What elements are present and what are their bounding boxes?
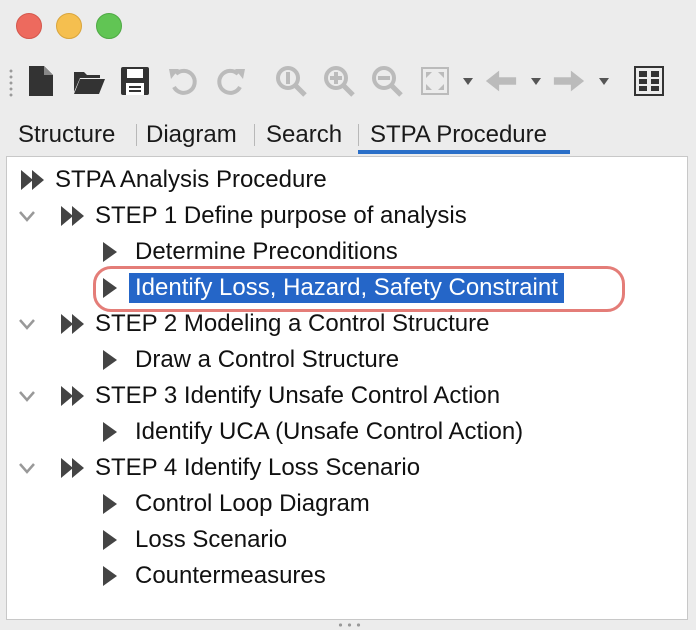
arrow-right-icon <box>103 242 117 262</box>
redo-icon[interactable] <box>214 64 248 98</box>
chevron-down-icon[interactable] <box>17 458 37 478</box>
highlight-ring <box>93 266 625 312</box>
double-arrow-icon <box>61 314 84 334</box>
chevron-down-icon[interactable] <box>17 386 37 406</box>
item-label: Loss Scenario <box>135 526 288 553</box>
chevron-down-icon[interactable] <box>17 206 37 226</box>
undo-icon[interactable] <box>166 64 200 98</box>
tab-separator <box>358 124 359 146</box>
item-label: Identify UCA (Unsafe Control Action) <box>135 418 524 445</box>
double-arrow-icon <box>61 206 84 226</box>
tree-item-identify-uca[interactable]: Identify UCA (Unsafe Control Action) <box>129 415 529 449</box>
tab-diagram[interactable]: Diagram <box>146 120 237 150</box>
zoom-window-button[interactable] <box>96 13 122 39</box>
tree-item-countermeasures[interactable]: Countermeasures <box>129 559 332 593</box>
tab-bar: Structure Diagram Search STPA Procedure <box>0 116 696 156</box>
toolbar-grip[interactable] <box>9 68 13 98</box>
tab-structure[interactable]: Structure <box>18 120 115 150</box>
tab-stpa-procedure[interactable]: STPA Procedure <box>370 120 547 150</box>
open-folder-icon[interactable] <box>72 64 106 98</box>
new-file-icon[interactable] <box>24 64 58 98</box>
tree-root-label: STPA Analysis Procedure <box>55 166 327 193</box>
arrow-right-icon <box>103 530 117 550</box>
close-window-button[interactable] <box>16 13 42 39</box>
step-label: STEP 3 Identify Unsafe Control Action <box>95 382 501 409</box>
back-dropdown-icon[interactable] <box>530 72 542 90</box>
resize-handle[interactable] <box>336 622 364 628</box>
tree-item-loss-scenario[interactable]: Loss Scenario <box>129 523 293 557</box>
fit-to-window-icon[interactable] <box>418 64 452 98</box>
tab-separator <box>136 124 137 146</box>
toolbar <box>0 58 696 106</box>
title-bar <box>0 0 696 52</box>
back-icon[interactable] <box>484 64 518 98</box>
zoom-out-icon[interactable] <box>370 64 404 98</box>
arrow-right-icon <box>103 494 117 514</box>
arrow-right-icon <box>103 566 117 586</box>
tree-root[interactable]: STPA Analysis Procedure <box>49 163 333 197</box>
item-label: Determine Preconditions <box>135 238 398 265</box>
tree-step-3[interactable]: STEP 3 Identify Unsafe Control Action <box>89 379 506 413</box>
item-label: Control Loop Diagram <box>135 490 370 517</box>
arrow-right-icon <box>103 350 117 370</box>
double-arrow-icon <box>61 386 84 406</box>
tab-separator <box>254 124 255 146</box>
active-tab-indicator <box>358 150 570 154</box>
forward-dropdown-icon[interactable] <box>598 72 610 90</box>
step-label: STEP 2 Modeling a Control Structure <box>95 310 490 337</box>
zoom-reset-icon[interactable] <box>274 64 308 98</box>
zoom-in-icon[interactable] <box>322 64 356 98</box>
tree-item-determine-preconditions[interactable]: Determine Preconditions <box>129 235 404 269</box>
stpa-procedure-tree[interactable]: STPA Analysis Procedure STEP 1 Define pu… <box>6 156 688 620</box>
tab-search[interactable]: Search <box>266 120 342 150</box>
double-arrow-icon <box>61 458 84 478</box>
tree-item-control-loop-diagram[interactable]: Control Loop Diagram <box>129 487 376 521</box>
item-label: Countermeasures <box>135 562 326 589</box>
fit-dropdown-icon[interactable] <box>462 72 474 90</box>
minimize-window-button[interactable] <box>56 13 82 39</box>
hierarchy-icon[interactable] <box>632 64 666 98</box>
tree-item-draw-control-structure[interactable]: Draw a Control Structure <box>129 343 405 377</box>
tree-step-4[interactable]: STEP 4 Identify Loss Scenario <box>89 451 426 485</box>
arrow-right-icon <box>103 422 117 442</box>
save-icon[interactable] <box>118 64 152 98</box>
step-label: STEP 1 Define purpose of analysis <box>95 202 467 229</box>
item-label: Draw a Control Structure <box>135 346 400 373</box>
double-arrow-icon <box>21 170 44 190</box>
tree-step-1[interactable]: STEP 1 Define purpose of analysis <box>89 199 473 233</box>
tree-step-2[interactable]: STEP 2 Modeling a Control Structure <box>89 307 495 341</box>
chevron-down-icon[interactable] <box>17 314 37 334</box>
step-label: STEP 4 Identify Loss Scenario <box>95 454 421 481</box>
forward-icon[interactable] <box>552 64 586 98</box>
